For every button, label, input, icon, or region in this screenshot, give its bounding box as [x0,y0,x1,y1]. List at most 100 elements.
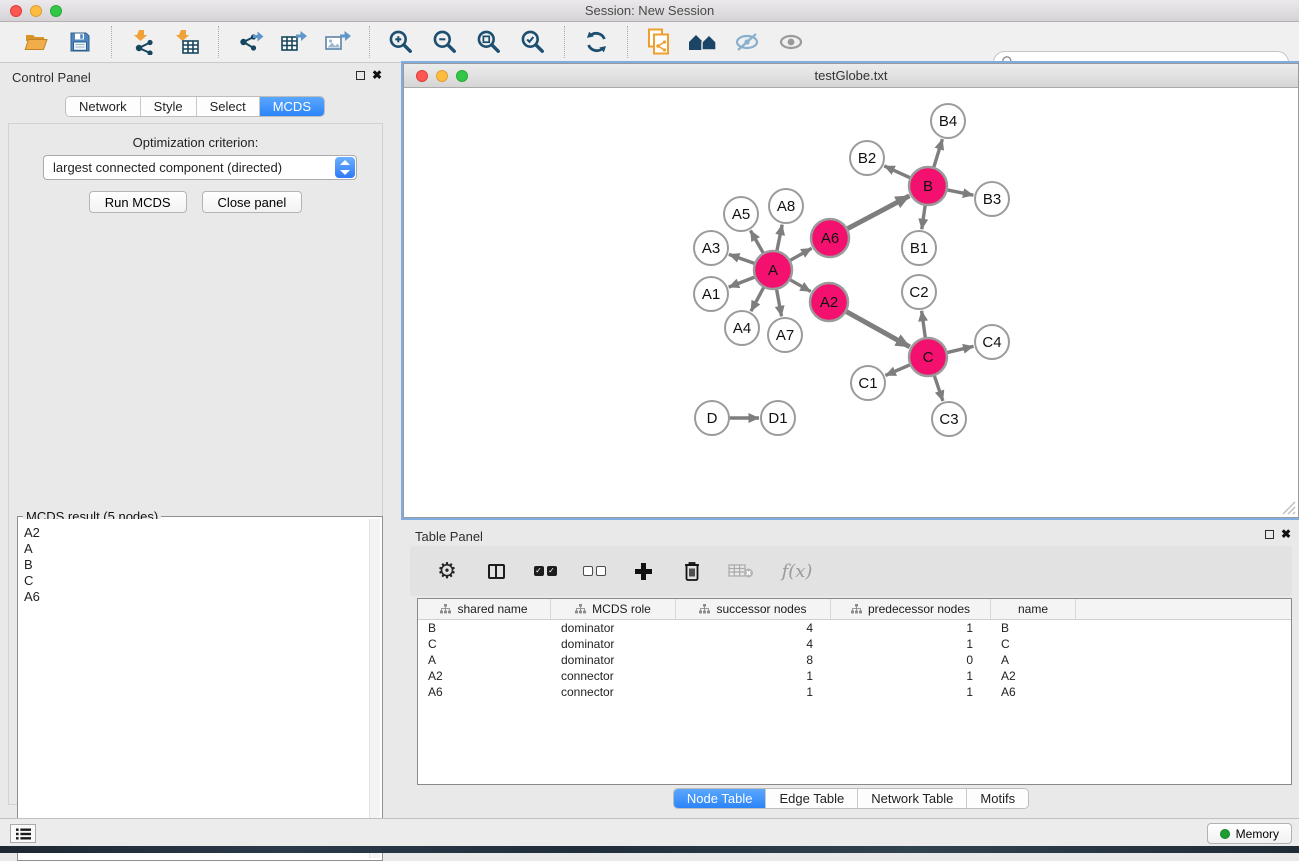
table-cell[interactable]: dominator [551,652,676,668]
table-float-panel-icon[interactable] [1265,530,1274,539]
table-row[interactable]: Bdominator41B [418,620,1291,636]
tab-style[interactable]: Style [141,97,197,116]
delete-table-icon[interactable] [728,558,754,584]
column-header-successor-nodes[interactable]: successor nodes [676,599,831,619]
edge-B-B4[interactable] [934,139,943,168]
mcds-result-item[interactable]: A2 [20,526,369,542]
show-columns-icon[interactable] [483,558,509,584]
save-session-icon[interactable] [65,27,95,57]
table-cell[interactable]: C [991,636,1076,652]
resize-grip-icon[interactable] [1280,499,1296,515]
mcds-result-item[interactable]: A6 [20,590,369,606]
edge-A-A5[interactable] [750,230,763,253]
graph-node-C4[interactable]: C4 [975,325,1009,359]
table-cell[interactable]: 1 [831,636,991,652]
table-cell[interactable]: dominator [551,620,676,636]
float-panel-icon[interactable] [356,71,365,80]
home-layout-icon[interactable] [688,27,718,57]
edge-A6-B[interactable] [847,196,910,229]
edge-A-A8[interactable] [777,225,782,252]
select-all-columns-icon[interactable]: ✓✓ [532,558,558,584]
table-cell[interactable]: 4 [676,636,831,652]
graph-node-B2[interactable]: B2 [850,141,884,175]
edge-A2-C[interactable] [846,311,910,347]
graph-node-A6[interactable]: A6 [811,219,849,257]
edge-C-C2[interactable] [922,311,926,338]
graph-node-A7[interactable]: A7 [768,318,802,352]
network-graph[interactable]: AA1A2A3A4A5A6A7A8BB1B2B3B4CC1C2C3C4DD1 [405,88,1299,518]
export-image-icon[interactable] [323,27,353,57]
graph-node-B4[interactable]: B4 [931,104,965,138]
network-canvas[interactable]: AA1A2A3A4A5A6A7A8BB1B2B3B4CC1C2C3C4DD1 [404,88,1298,517]
zoom-fit-icon[interactable] [474,27,504,57]
import-network-icon[interactable] [128,27,158,57]
deselect-all-columns-icon[interactable] [581,558,607,584]
mcds-result-item[interactable]: B [20,558,369,574]
graph-node-C2[interactable]: C2 [902,275,936,309]
graph-node-B[interactable]: B [909,167,947,205]
table-cell[interactable]: 1 [831,620,991,636]
edge-C-C3[interactable] [934,375,943,401]
close-panel-button[interactable]: Close panel [202,191,303,213]
tab-network[interactable]: Network [66,97,141,116]
graph-node-A5[interactable]: A5 [724,197,758,231]
task-history-button[interactable] [10,824,36,843]
graph-node-A8[interactable]: A8 [769,189,803,223]
tab-mcds[interactable]: MCDS [260,97,324,116]
table-cell[interactable]: B [991,620,1076,636]
zoom-selected-icon[interactable] [518,27,548,57]
zoom-out-icon[interactable] [430,27,460,57]
mcds-result-item[interactable]: A [20,542,369,558]
close-panel-icon[interactable]: ✖ [372,70,382,80]
graph-node-C[interactable]: C [909,338,947,376]
graph-node-D[interactable]: D [695,401,729,435]
table-cell[interactable]: connector [551,684,676,700]
graph-node-D1[interactable]: D1 [761,401,795,435]
table-cell[interactable]: A6 [991,684,1076,700]
table-tab-node-table[interactable]: Node Table [674,789,767,808]
column-header-MCDS-role[interactable]: MCDS role [551,599,676,619]
graph-node-B1[interactable]: B1 [902,231,936,265]
table-cell[interactable]: 8 [676,652,831,668]
export-network-icon[interactable] [235,27,265,57]
graph-node-A4[interactable]: A4 [725,311,759,345]
delete-row-icon[interactable] [679,558,705,584]
table-options-gear-icon[interactable]: ⚙ [434,558,460,584]
function-builder-icon[interactable]: f(x) [777,558,817,584]
add-row-icon[interactable] [630,558,656,584]
table-cell[interactable]: A [991,652,1076,668]
edge-A-A3[interactable] [729,254,755,263]
graph-node-A2[interactable]: A2 [810,283,848,321]
table-cell[interactable]: C [418,636,551,652]
table-cell[interactable]: 1 [831,684,991,700]
table-cell[interactable]: 1 [831,668,991,684]
refresh-view-icon[interactable] [581,27,611,57]
table-cell[interactable]: 1 [676,668,831,684]
edge-A-A7[interactable] [776,289,781,317]
tab-select[interactable]: Select [197,97,260,116]
table-cell[interactable]: B [418,620,551,636]
edge-A-A1[interactable] [729,277,756,287]
hide-graphics-details-icon[interactable] [732,27,762,57]
edge-A-A2[interactable] [789,279,810,291]
edge-B-B1[interactable] [922,205,926,229]
graph-node-A1[interactable]: A1 [694,277,728,311]
table-close-panel-icon[interactable]: ✖ [1281,529,1291,539]
criterion-dropdown[interactable]: largest connected component (directed) [43,155,357,180]
edge-C-C4[interactable] [946,346,973,352]
edge-C-C1[interactable] [885,365,910,376]
table-tab-motifs[interactable]: Motifs [967,789,1028,808]
show-graphics-details-icon[interactable] [776,27,806,57]
graph-node-C3[interactable]: C3 [932,402,966,436]
network-window-titlebar[interactable]: testGlobe.txt [404,64,1298,88]
table-cell[interactable]: A2 [418,668,551,684]
node-table[interactable]: shared nameMCDS rolesuccessor nodesprede… [417,598,1292,785]
edge-A-A6[interactable] [790,248,812,260]
graph-node-A3[interactable]: A3 [694,231,728,265]
table-row[interactable]: A2connector11A2 [418,668,1291,684]
table-tab-network-table[interactable]: Network Table [858,789,967,808]
table-row[interactable]: Adominator80A [418,652,1291,668]
table-cell[interactable]: A2 [991,668,1076,684]
memory-button[interactable]: Memory [1207,823,1292,844]
import-table-icon[interactable] [172,27,202,57]
